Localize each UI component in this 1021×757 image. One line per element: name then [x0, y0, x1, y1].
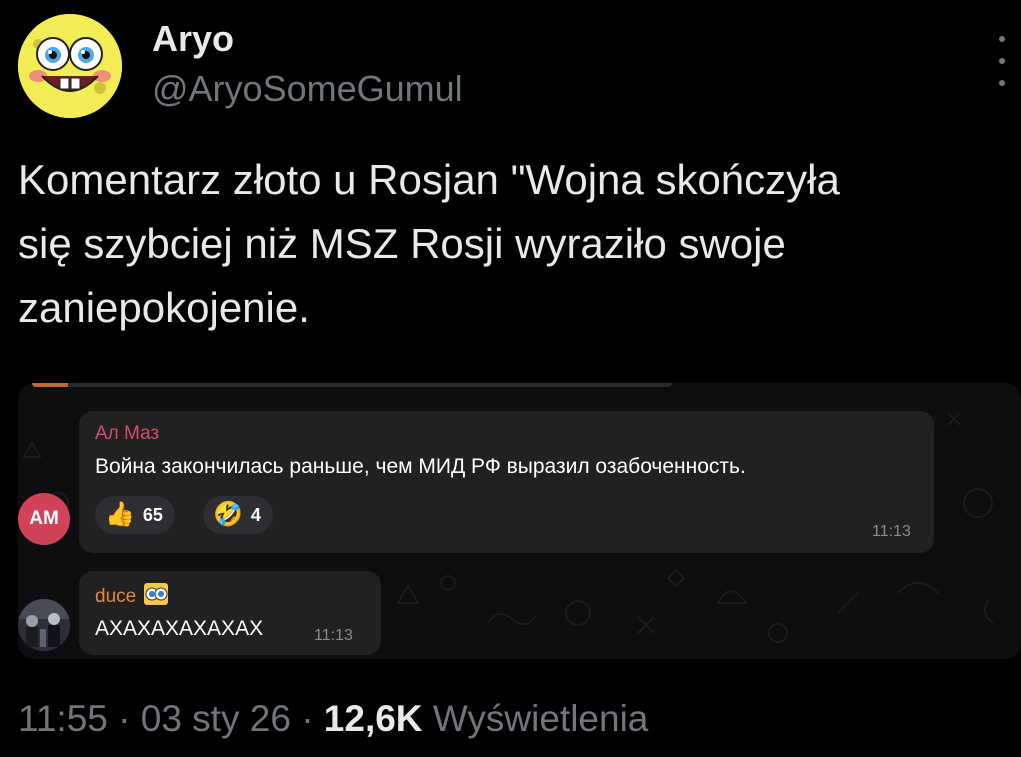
eyes-icon	[144, 583, 169, 611]
sender-avatar[interactable]: AM	[18, 493, 70, 545]
message-sender[interactable]: duce	[95, 583, 169, 611]
message-time: 11:13	[314, 627, 353, 644]
avatar-initials: AM	[29, 508, 59, 529]
thumbs-up-icon: 👍	[105, 501, 135, 528]
spongebob-face-icon	[18, 14, 122, 118]
tweet-metadata: 11:55 · 03 sty 26 · 12,6K Wyświetlenia	[18, 698, 648, 740]
sender-name: duce	[95, 586, 137, 607]
message-bubble[interactable]: Ал Маз Война закончилась раньше, чем МИД…	[79, 411, 934, 553]
views-label[interactable]: Wyświetlenia	[433, 698, 649, 739]
tweet-time[interactable]: 11:55	[18, 698, 108, 739]
message-bubble[interactable]: duce АХАХАХАХАХАХ 11:13	[79, 571, 381, 655]
reaction-count: 65	[142, 504, 163, 525]
message-text: Война закончилась раньше, чем МИД РФ выр…	[95, 455, 746, 478]
author-avatar[interactable]	[18, 14, 122, 118]
message-text: АХАХАХАХАХАХ	[95, 617, 264, 640]
sender-avatar[interactable]	[18, 599, 70, 651]
author-handle[interactable]: @AryoSomeGumul	[152, 68, 463, 110]
tweet-text-line: Komentarz złoto u Rosjan "Wojna skończył…	[18, 156, 840, 203]
separator: ·	[118, 698, 131, 739]
author-name[interactable]: Aryo	[152, 18, 234, 60]
user-photo-icon	[18, 599, 70, 651]
separator: ·	[301, 698, 314, 739]
tweet-text: Komentarz złoto u Rosjan "Wojna skończył…	[18, 148, 1018, 340]
reaction-rolling-laughing[interactable]: 🤣 4	[203, 496, 273, 534]
reaction-count: 4	[250, 504, 261, 525]
rolling-laughing-icon: 🤣	[213, 501, 243, 528]
attached-image[interactable]: AM Ал Маз Война закончилась раньше, чем …	[18, 383, 1021, 659]
more-options-icon[interactable]	[990, 36, 1014, 86]
views-count: 12,6K	[323, 698, 423, 739]
message-time: 11:13	[872, 523, 911, 540]
tweet-date[interactable]: 03 sty 26	[141, 698, 291, 739]
message-sender[interactable]: Ал Маз	[95, 423, 159, 445]
tweet-text-line: zaniepokojenie.	[18, 284, 310, 331]
previous-message-bubble	[32, 383, 672, 387]
tweet-text-line: się szybciej niż MSZ Rosji wyraziło swoj…	[18, 220, 786, 267]
reaction-thumbs-up[interactable]: 👍 65	[95, 496, 175, 534]
